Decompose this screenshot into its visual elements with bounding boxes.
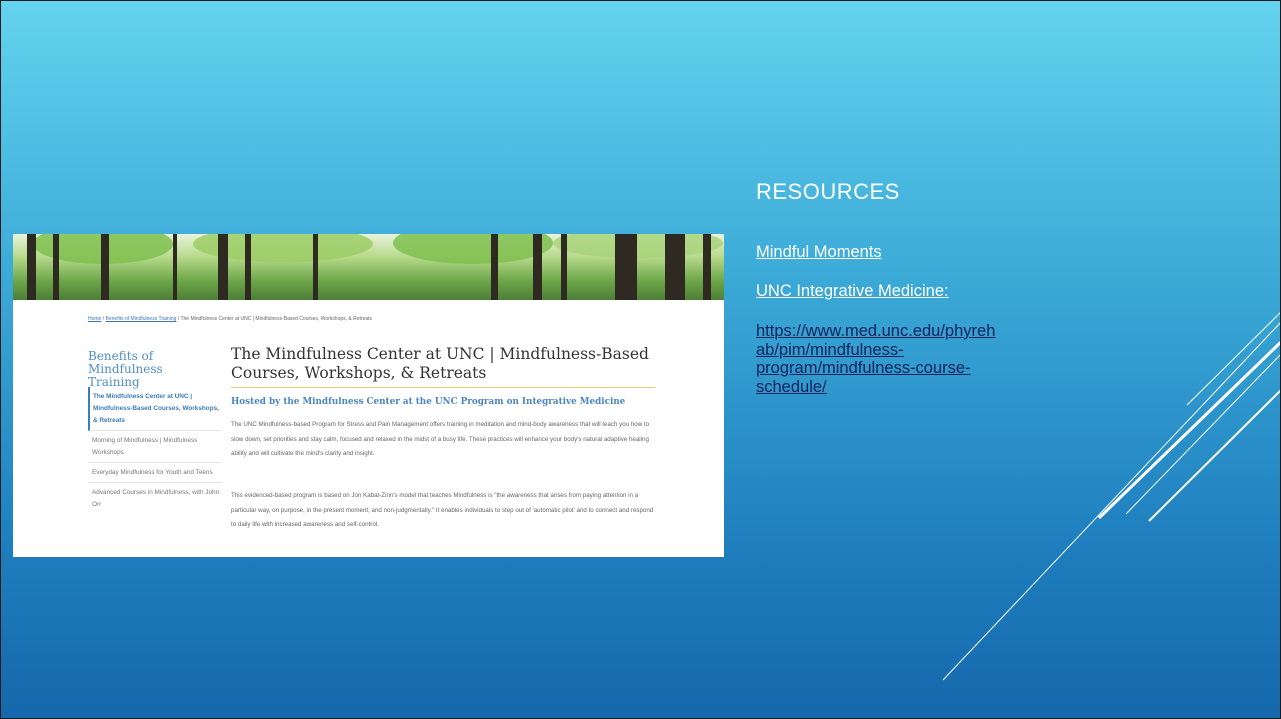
- unc-integrative-medicine-link[interactable]: UNC Integrative Medicine:: [756, 282, 949, 301]
- url-line: ab/pim/mindfulness-: [756, 340, 904, 359]
- resources-heading: RESOURCES: [756, 179, 900, 204]
- mindfulness-schedule-url-link[interactable]: https://www.med.unc.edu/phyreh ab/pim/mi…: [756, 322, 1146, 396]
- sidebar-title[interactable]: Benefits of Mindfulness Training: [88, 350, 218, 389]
- sidebar-item-advanced-courses[interactable]: Advanced Courses in Mindfulness, with Jo…: [88, 483, 222, 514]
- sidebar-item-everyday-mindfulness[interactable]: Everyday Mindfulness for Youth and Teens: [88, 463, 222, 483]
- page-subheading: Hosted by the Mindfulness Center at the …: [231, 397, 626, 407]
- url-line: program/mindfulness-course-: [756, 359, 971, 377]
- forest-banner-image: [13, 234, 724, 300]
- url-line: schedule/: [756, 377, 827, 396]
- page-title: The Mindfulness Center at UNC | Mindfuln…: [231, 345, 649, 382]
- intro-paragraph: The UNC Mindfulness-based Program for St…: [231, 421, 650, 457]
- website-screenshot: Home / Benefits of Mindfulness Training …: [13, 234, 724, 557]
- program-paragraph: This evidenced-based program is based on…: [231, 492, 654, 528]
- url-line: https://www.med.unc.edu/phyreh: [756, 322, 996, 340]
- breadcrumb: Home / Benefits of Mindfulness Training …: [88, 316, 372, 322]
- sidebar-item-morning-of-mindfulness[interactable]: Morning of Mindfulness | Mindfulness Wor…: [88, 431, 222, 463]
- mindful-moments-link[interactable]: Mindful Moments: [756, 243, 882, 262]
- title-divider: [231, 387, 655, 388]
- sidebar-item-mindfulness-center[interactable]: The Mindfulness Center at UNC | Mindfuln…: [88, 387, 222, 431]
- breadcrumb-current: The Mindfulness Center at UNC | Mindfuln…: [180, 316, 373, 322]
- sidebar-nav: The Mindfulness Center at UNC | Mindfuln…: [88, 387, 222, 514]
- breadcrumb-home-link[interactable]: Home: [88, 316, 101, 322]
- slide: Home / Benefits of Mindfulness Training …: [0, 0, 1281, 719]
- breadcrumb-benefits-link[interactable]: Benefits of Mindfulness Training: [106, 316, 177, 322]
